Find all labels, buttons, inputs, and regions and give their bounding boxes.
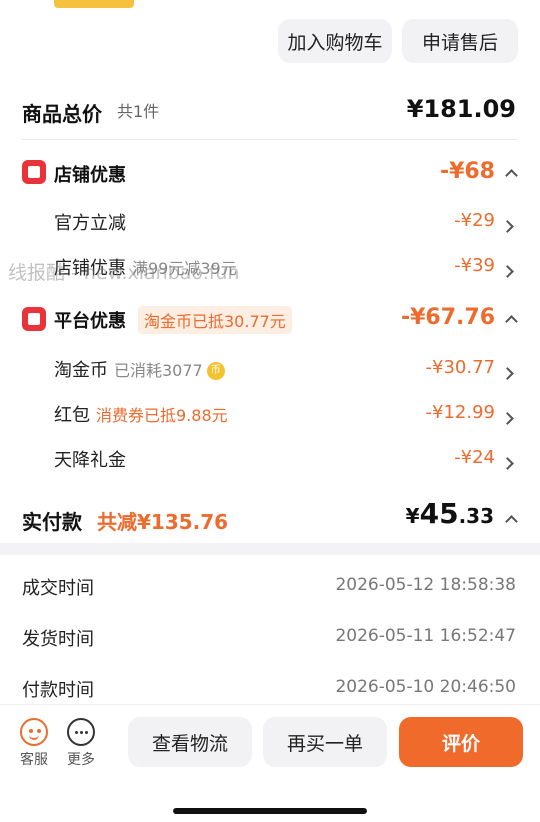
coin-icon: 币 bbox=[206, 362, 225, 380]
actual-payment-label: 实付款 bbox=[22, 510, 82, 534]
info-row-deal-time: 成交时间 2026-05-12 18:58:38 bbox=[0, 570, 540, 602]
view-logistics-button[interactable]: 查看物流 bbox=[128, 717, 252, 767]
total-price-row: 商品总价 共1件 ¥181.09 bbox=[0, 90, 540, 130]
chevron-right-icon[interactable] bbox=[501, 216, 514, 235]
discount-item-amount: -¥24 bbox=[454, 447, 495, 468]
chevron-right-icon[interactable] bbox=[501, 453, 514, 472]
bottom-action-bar: 客服 更多 查看物流 再买一单 评价 bbox=[0, 704, 540, 822]
total-saved: 共减¥135.76 bbox=[97, 510, 229, 534]
item-count: 共1件 bbox=[117, 102, 160, 121]
discount-item-note: 已消耗3077 bbox=[114, 361, 203, 380]
store-discount-header[interactable]: 店铺优惠 -¥68 bbox=[0, 155, 540, 191]
info-row-ship-time: 发货时间 2026-05-11 16:52:47 bbox=[0, 621, 540, 653]
discount-item-coin[interactable]: 淘金币 已消耗3077 币 -¥30.77 bbox=[0, 352, 540, 384]
review-button[interactable]: 评价 bbox=[399, 717, 523, 767]
discount-item-official[interactable]: 官方立减 -¥29 bbox=[0, 205, 540, 237]
customer-service-icon[interactable] bbox=[20, 718, 48, 746]
discount-item-amount: -¥12.99 bbox=[425, 402, 495, 423]
info-row-pay-time: 付款时间 2026-05-10 20:46:50 bbox=[0, 672, 540, 704]
home-indicator bbox=[173, 808, 367, 814]
platform-discount-header[interactable]: 平台优惠 淘金币已抵30.77元 -¥67.76 bbox=[0, 300, 540, 338]
discount-item-label: 淘金币 已消耗3077 币 bbox=[54, 356, 225, 382]
after-sale-button[interactable]: 申请售后 bbox=[402, 19, 518, 63]
total-price-amount: ¥181.09 bbox=[406, 95, 516, 123]
divider bbox=[22, 139, 518, 140]
buy-again-button[interactable]: 再买一单 bbox=[263, 717, 387, 767]
discount-item-amount: -¥39 bbox=[454, 255, 495, 276]
discount-item-label: 红包 消费券已抵9.88元 bbox=[54, 405, 228, 426]
discount-item-amount: -¥30.77 bbox=[425, 357, 495, 378]
platform-discount-title: 平台优惠 bbox=[54, 311, 126, 332]
section-gap bbox=[0, 543, 540, 555]
store-discount-title: 店铺优惠 bbox=[54, 165, 126, 186]
platform-icon bbox=[22, 307, 46, 331]
discount-item-gift[interactable]: 天降礼金 -¥24 bbox=[0, 442, 540, 474]
info-label: 付款时间 bbox=[22, 680, 94, 701]
actual-payment-amount: ¥45.33 bbox=[405, 497, 494, 530]
store-discount-amount: -¥68 bbox=[439, 159, 495, 184]
info-label: 成交时间 bbox=[22, 578, 94, 599]
info-label: 发货时间 bbox=[22, 629, 94, 650]
info-value: 2026-05-10 20:46:50 bbox=[335, 677, 516, 697]
platform-discount-amount: -¥67.76 bbox=[400, 305, 495, 330]
chevron-up-icon[interactable] bbox=[505, 311, 518, 330]
total-price-label: 商品总价 bbox=[22, 102, 102, 126]
discount-item-redpacket[interactable]: 红包 消费券已抵9.88元 -¥12.99 bbox=[0, 397, 540, 429]
info-value: 2026-05-11 16:52:47 bbox=[335, 626, 516, 646]
more-icon[interactable] bbox=[67, 718, 95, 746]
banner-thumbnail bbox=[54, 0, 134, 8]
chevron-right-icon[interactable] bbox=[501, 408, 514, 427]
store-icon bbox=[22, 160, 46, 184]
top-action-area: 加入购物车 申请售后 bbox=[0, 0, 540, 78]
discount-item-label: 官方立减 bbox=[54, 213, 126, 234]
chevron-up-icon[interactable] bbox=[505, 511, 518, 530]
watermark: 线报酷 - new.xianbao.fun bbox=[8, 262, 240, 284]
discount-item-label: 天降礼金 bbox=[54, 450, 126, 471]
chevron-up-icon[interactable] bbox=[505, 165, 518, 184]
coin-deduction-badge: 淘金币已抵30.77元 bbox=[138, 306, 292, 334]
discount-item-amount: -¥29 bbox=[454, 210, 495, 231]
customer-service-label[interactable]: 客服 bbox=[20, 749, 48, 769]
info-value: 2026-05-12 18:58:38 bbox=[335, 575, 516, 595]
add-to-cart-button[interactable]: 加入购物车 bbox=[278, 19, 392, 63]
discount-item-note: 消费券已抵9.88元 bbox=[96, 406, 228, 425]
chevron-right-icon[interactable] bbox=[501, 363, 514, 382]
more-label[interactable]: 更多 bbox=[67, 749, 95, 769]
chevron-right-icon[interactable] bbox=[501, 261, 514, 280]
actual-payment-row[interactable]: 实付款 共减¥135.76 ¥45.33 bbox=[0, 497, 540, 539]
